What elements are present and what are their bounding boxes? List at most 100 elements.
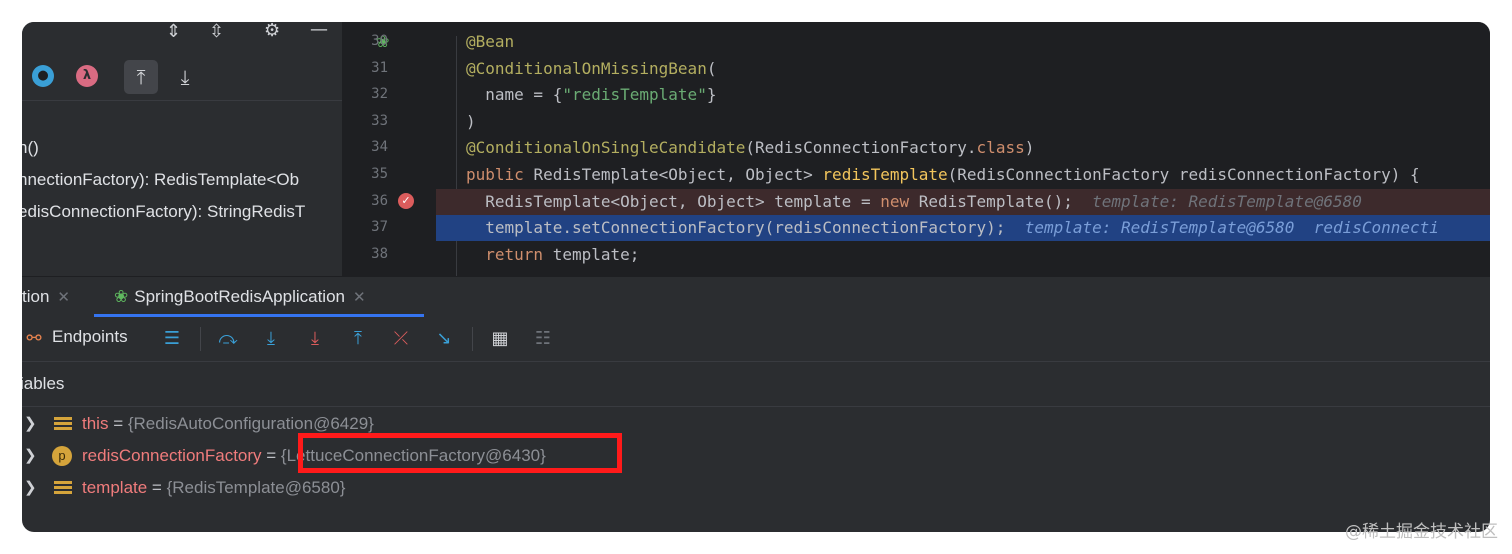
code-token: RedisTemplate();	[918, 191, 1073, 211]
code-token: template: RedisTemplate@6580 redisConnec…	[1005, 218, 1439, 238]
code-token: template;	[552, 244, 640, 264]
line-number[interactable]: 37	[342, 219, 388, 235]
variable-row-this[interactable]: ❯ this = {RedisAutoConfiguration@6429}	[22, 408, 1490, 440]
line-number[interactable]: 33	[342, 113, 388, 129]
code-token: name = {	[466, 85, 563, 105]
variables-title: iables	[22, 374, 65, 393]
variable-name: this	[82, 414, 109, 433]
collapse-all-icon[interactable]: ⇳	[209, 22, 224, 42]
endpoints-icon[interactable]: ⚯	[22, 327, 46, 351]
tab-previous[interactable]: tion ✕	[22, 277, 70, 317]
endpoints-tab[interactable]: Endpoints	[52, 327, 128, 347]
close-icon[interactable]: ✕	[353, 289, 366, 306]
show-lambdas-icon[interactable]: λ	[76, 65, 98, 87]
line-number[interactable]: 30	[342, 33, 388, 49]
code-token: class	[976, 138, 1025, 158]
variable-entry: template = {RedisTemplate@6580}	[82, 472, 345, 504]
drop-frame-icon[interactable]: ⤫	[389, 327, 413, 351]
code-line[interactable]: @Bean	[436, 29, 1490, 55]
equals-sign: =	[261, 446, 281, 465]
gear-icon[interactable]: ⚙	[264, 22, 280, 41]
structure-toolbar: ⇕ ⇳ ⚙ —	[22, 22, 342, 46]
code-token: }	[706, 85, 717, 105]
line-number[interactable]: 36	[342, 193, 388, 209]
code-line[interactable]: )	[436, 109, 1490, 135]
step-out-icon[interactable]: ⤒	[346, 327, 370, 351]
field-icon	[54, 417, 72, 431]
code-token: "redisTemplate"	[562, 85, 707, 105]
code-line[interactable]: RedisTemplate<Object, Object> template =…	[436, 188, 1490, 215]
tab-springboot-redis-application[interactable]: ❀ SpringBootRedisApplication ✕	[114, 277, 366, 317]
structure-panel: ⇕ ⇳ ⚙ — ● λ ⤒ ⤓ n() nnectionFactory): Re…	[22, 22, 342, 276]
variable-row-redisconnectionfactory[interactable]: ❯ p redisConnectionFactory = {LettuceCon…	[22, 440, 1490, 472]
tab-label: tion	[22, 287, 50, 306]
force-step-into-icon[interactable]: ⤓	[303, 327, 327, 351]
field-icon	[54, 481, 72, 495]
line-number[interactable]: 32	[342, 86, 388, 102]
navigate-down-icon[interactable]: ⤓	[168, 60, 202, 94]
step-into-icon[interactable]: ⤓	[259, 327, 283, 351]
code-token: @Bean	[466, 32, 515, 51]
parameter-icon: p	[52, 446, 72, 466]
code-token: template.setConnectionFactory(redisConne…	[466, 218, 1006, 238]
code-token: new	[880, 191, 919, 211]
variable-name: template	[82, 478, 148, 497]
trace-stream-icon[interactable]: ☷	[531, 327, 555, 351]
code-token: return	[485, 244, 553, 264]
structure-item[interactable]: edisConnectionFactory): StringRedisT	[22, 202, 305, 222]
line-number[interactable]: 38	[342, 246, 388, 262]
toolbar-divider	[200, 327, 201, 351]
line-number[interactable]: 31	[342, 60, 388, 76]
code-line[interactable]: template.setConnectionFactory(redisConne…	[436, 215, 1490, 242]
equals-sign: =	[147, 478, 167, 497]
code-token: template: RedisTemplate@6580	[1072, 191, 1362, 211]
code-token: @ConditionalOnMissingBean	[466, 58, 707, 78]
structure-item[interactable]: n()	[22, 138, 39, 158]
code-token: public	[466, 165, 534, 184]
minimize-icon[interactable]: —	[310, 22, 328, 40]
code-token: (RedisConnectionFactory redisConnectionF…	[947, 165, 1420, 184]
expand-all-icon[interactable]: ⇕	[166, 22, 181, 42]
chevron-right-icon[interactable]: ❯	[24, 440, 37, 472]
run-to-cursor-icon[interactable]: ↘	[432, 327, 456, 351]
code-line[interactable]: public RedisTemplate<Object, Object> red…	[436, 162, 1490, 188]
show-fields-icon[interactable]: ●	[32, 65, 54, 87]
code-editor[interactable]: @Bean @ConditionalOnMissingBean( name = {…	[342, 22, 1490, 276]
threads-list-icon[interactable]: ☰	[160, 327, 184, 351]
evaluate-expression-icon[interactable]: ▦	[488, 327, 512, 351]
variable-value: {RedisTemplate@6580}	[166, 478, 346, 497]
variables-header: iables	[22, 362, 1490, 407]
variable-row-template[interactable]: ❯ template = {RedisTemplate@6580}	[22, 472, 1490, 504]
chevron-right-icon[interactable]: ❯	[24, 408, 37, 440]
code-token: redisTemplate	[822, 165, 948, 184]
spring-app-icon: ❀	[114, 287, 129, 306]
line-number[interactable]: 35	[342, 166, 388, 182]
debug-tab-bar: tion ✕ ❀ SpringBootRedisApplication ✕	[22, 276, 1490, 318]
structure-item[interactable]: nnectionFactory): RedisTemplate<Ob	[22, 170, 299, 190]
navigate-up-icon[interactable]: ⤒	[124, 60, 158, 94]
code-token: RedisTemplate<Object, Object>	[533, 165, 823, 184]
structure-filter-toolbar: ● λ ⤒ ⤓	[22, 60, 342, 101]
step-over-icon[interactable]: ⤼	[216, 327, 240, 351]
code-token: (	[706, 58, 717, 78]
watermark: @稀土掘金技术社区	[1345, 522, 1498, 542]
close-icon[interactable]: ✕	[57, 289, 70, 306]
breakpoint-icon[interactable]: ✓	[398, 193, 414, 209]
code-line[interactable]: @ConditionalOnSingleCandidate(RedisConne…	[436, 135, 1490, 161]
toolbar-divider	[472, 327, 473, 351]
code-line[interactable]: @ConditionalOnMissingBean(	[436, 56, 1490, 82]
tab-label: SpringBootRedisApplication	[134, 287, 345, 306]
variable-value: {RedisAutoConfiguration@6429}	[127, 414, 374, 433]
line-number[interactable]: 34	[342, 139, 388, 155]
code-line[interactable]: return template;	[436, 242, 1490, 268]
ide-window: ⇕ ⇳ ⚙ — ● λ ⤒ ⤓ n() nnectionFactory): Re…	[22, 22, 1490, 532]
code-token: )	[466, 111, 476, 131]
code-line[interactable]: name = {"redisTemplate"}	[436, 82, 1490, 108]
code-token: RedisTemplate<Object, Object> template =	[466, 191, 881, 211]
debug-toolbar: ⚯ Endpoints ☰ ⤼ ⤓ ⤓ ⤒ ⤫ ↘ ▦ ☷	[22, 317, 1490, 362]
chevron-right-icon[interactable]: ❯	[24, 472, 37, 504]
equals-sign: =	[108, 414, 128, 433]
code-token: (RedisConnectionFactory.	[745, 138, 977, 158]
code-token: @ConditionalOnSingleCandidate	[466, 138, 746, 158]
